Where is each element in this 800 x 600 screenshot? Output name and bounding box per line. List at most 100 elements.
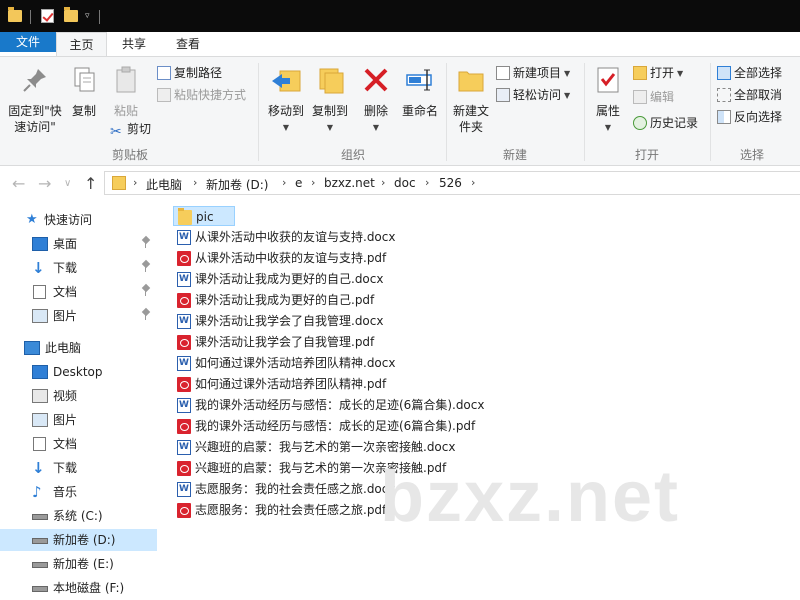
nav-item-desktop[interactable]: 桌面: [0, 233, 157, 255]
nav-item-pictures[interactable]: 图片: [0, 305, 157, 327]
delete-button[interactable]: 删除 ▼: [358, 65, 394, 136]
edit-button[interactable]: 编辑: [633, 88, 674, 108]
customize-toolbar-icon[interactable]: ▿: [85, 11, 90, 27]
history-button[interactable]: 历史记录: [633, 114, 698, 134]
back-arrow-icon[interactable]: ←: [12, 174, 25, 193]
breadcrumb-drive-d[interactable]: 新加卷 (D:): [206, 176, 268, 193]
nav-item-label: 下载: [53, 461, 78, 475]
copy-path-button[interactable]: 复制路径: [157, 64, 222, 84]
new-folder-quick-icon[interactable]: [64, 7, 78, 22]
nav-quick-access[interactable]: ★ 快速访问: [0, 209, 157, 231]
nav-item-desktop-pc[interactable]: Desktop: [0, 361, 157, 383]
nav-item-drive-f[interactable]: 本地磁盘 (F:): [0, 577, 157, 599]
breadcrumb-e[interactable]: e: [295, 176, 302, 190]
star-icon: ★: [26, 212, 38, 227]
select-none-button[interactable]: 全部取消: [717, 86, 782, 106]
folder-icon: [178, 208, 192, 225]
open-group-label: 打开: [634, 148, 659, 162]
nav-item-documents-pc[interactable]: 文档: [0, 433, 157, 455]
pdf-file-icon: [177, 419, 191, 434]
file-name: pic: [196, 210, 214, 224]
address-bar[interactable]: › 此电脑 › 新加卷 (D:) › e › bzxz.net › doc › …: [104, 171, 800, 195]
copy-icon: [74, 67, 95, 92]
new-folder-button[interactable]: 新建文件夹: [450, 65, 492, 135]
properties-button[interactable]: 属性 ▼: [590, 65, 626, 136]
tab-home[interactable]: 主页: [56, 32, 107, 56]
delete-x-icon: [364, 68, 388, 92]
rename-button[interactable]: 重命名: [398, 65, 442, 119]
move-to-button[interactable]: 移动到 ▼: [264, 65, 308, 136]
nav-item-drive-e[interactable]: 新加卷 (E:): [0, 553, 157, 575]
pdf-file-icon: [177, 503, 191, 518]
folder-item[interactable]: pic: [173, 206, 235, 226]
nav-item-videos[interactable]: 视频: [0, 385, 157, 407]
document-icon: [33, 285, 46, 299]
recent-locations-icon[interactable]: ∨: [64, 178, 71, 189]
breadcrumb-bzxz[interactable]: bzxz.net: [324, 176, 375, 190]
nav-item-label: 视频: [53, 389, 78, 403]
easy-access-button[interactable]: 轻松访问 ▼: [496, 86, 570, 106]
rename-label: 重命名: [401, 104, 438, 118]
folder-icon[interactable]: [8, 7, 22, 22]
new-item-label: 新建项目: [513, 66, 562, 80]
file-name: 志愿服务：我的社会责任感之旅.docx: [195, 482, 396, 496]
up-arrow-icon[interactable]: ↑: [84, 174, 97, 193]
tab-share[interactable]: 共享: [107, 32, 161, 56]
tab-view[interactable]: 查看: [161, 32, 215, 56]
file-name: 从课外活动中收获的友谊与支持.pdf: [195, 251, 387, 265]
nav-this-pc[interactable]: 此电脑: [0, 337, 157, 359]
select-all-icon: [717, 66, 731, 80]
download-arrow-icon: ↓: [32, 259, 45, 277]
invert-selection-button[interactable]: 反向选择: [717, 108, 782, 128]
breadcrumb-doc[interactable]: doc: [394, 176, 416, 190]
file-name: 从课外活动中收获的友谊与支持.docx: [195, 230, 396, 244]
easy-access-label: 轻松访问: [513, 88, 562, 102]
forward-arrow-icon[interactable]: →: [38, 174, 51, 193]
nav-item-drive-c[interactable]: 系统 (C:): [0, 505, 157, 527]
pin-icon[interactable]: [142, 237, 150, 249]
nav-item-downloads[interactable]: ↓ 下载: [0, 257, 157, 279]
download-arrow-icon: ↓: [32, 459, 45, 477]
pin-quick-access-button[interactable]: 固定到"快速访问": [4, 65, 66, 135]
properties-icon: [597, 67, 619, 93]
nav-item-documents[interactable]: 文档: [0, 281, 157, 303]
nav-item-pictures-pc[interactable]: 图片: [0, 409, 157, 431]
file-name: 我的课外活动经历与感悟：成长的足迹(6篇合集).pdf: [195, 419, 476, 433]
new-item-caret-icon: ▼: [564, 69, 571, 78]
copy-path-label: 复制路径: [174, 66, 223, 80]
copy-label: 复制: [71, 104, 96, 118]
open-label: 打开: [650, 66, 675, 80]
copy-button[interactable]: 复制: [66, 65, 102, 119]
copy-to-button[interactable]: 复制到 ▼: [308, 65, 352, 136]
pin-icon[interactable]: [142, 261, 150, 273]
ribbon-tabs: 文件 主页 共享 查看: [0, 32, 800, 56]
properties-quick-icon[interactable]: [41, 9, 54, 23]
easy-access-icon: [496, 88, 510, 102]
chevron-right-icon: ›: [381, 176, 386, 189]
file-name: 课外活动让我成为更好的自己.pdf: [195, 293, 375, 307]
paste-button[interactable]: 粘贴: [106, 65, 146, 119]
rename-icon: [406, 69, 432, 91]
nav-item-drive-d[interactable]: 新加卷 (D:): [0, 529, 157, 551]
file-name: 如何通过课外活动培养团队精神.pdf: [195, 377, 387, 391]
new-item-button[interactable]: 新建项目 ▼: [496, 64, 570, 84]
cut-button[interactable]: ✂ 剪切: [110, 120, 151, 140]
pdf-file-icon: [177, 335, 191, 350]
breadcrumb-this-pc[interactable]: 此电脑: [146, 176, 182, 193]
nav-item-music[interactable]: ♪ 音乐: [0, 481, 157, 503]
pin-icon[interactable]: [142, 285, 150, 297]
word-document-icon: [177, 272, 191, 287]
navigation-pane: ★ 快速访问 桌面 ↓ 下载 文档 图片 此电脑 Desktop 视频 图片 文…: [0, 200, 157, 600]
pin-icon[interactable]: [142, 309, 150, 321]
select-none-label: 全部取消: [734, 88, 783, 102]
breadcrumb-526[interactable]: 526: [439, 176, 462, 190]
open-button[interactable]: 打开 ▼: [633, 64, 683, 84]
chevron-right-icon: ›: [133, 176, 138, 189]
pdf-file-icon: [177, 377, 191, 392]
select-all-button[interactable]: 全部选择: [717, 64, 782, 84]
word-document-icon: [177, 482, 191, 497]
paste-shortcut-button[interactable]: 粘贴快捷方式: [157, 86, 246, 106]
tab-file[interactable]: 文件: [0, 32, 56, 52]
nav-this-pc-label: 此电脑: [45, 341, 82, 355]
nav-item-downloads-pc[interactable]: ↓ 下载: [0, 457, 157, 479]
